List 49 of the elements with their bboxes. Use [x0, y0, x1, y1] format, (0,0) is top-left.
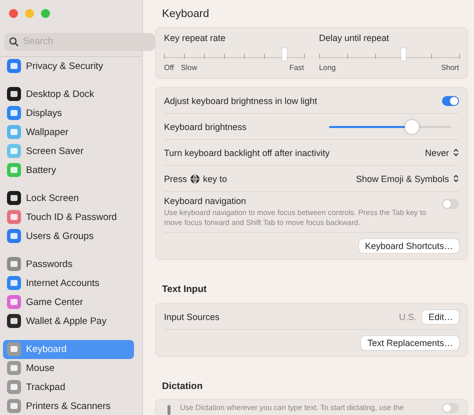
- chevron-updown-icon: [453, 148, 459, 157]
- close-button[interactable]: [9, 9, 18, 18]
- page-title: Keyboard: [162, 8, 210, 20]
- toggle-switch[interactable]: [442, 403, 459, 413]
- sidebar-item[interactable]: Battery: [3, 160, 134, 180]
- sidebar-item[interactable]: Wallpaper: [3, 122, 134, 142]
- sidebar-item[interactable]: Screen Saver: [3, 142, 134, 161]
- text-replacements-button[interactable]: Text Replacements…: [361, 336, 459, 350]
- sidebar-item[interactable]: Printers & Scanners: [3, 396, 134, 415]
- setting-label: key to: [203, 174, 228, 184]
- sidebar-item[interactable]: Users & Groups: [3, 226, 134, 246]
- sidebar-item[interactable]: Displays: [3, 104, 134, 123]
- minimize-button[interactable]: [25, 9, 34, 18]
- slider-label: Delay until repeat: [319, 33, 390, 43]
- toggle-switch[interactable]: [442, 199, 459, 209]
- sidebar-item[interactable]: Privacy & Security: [3, 56, 134, 76]
- sidebar-item[interactable]: Game Center: [3, 292, 134, 312]
- sidebar-item[interactable]: Mouse: [3, 358, 134, 378]
- chevron-updown-icon: [453, 174, 459, 183]
- toggle-switch[interactable]: [442, 96, 459, 106]
- sidebar-item[interactable]: Lock Screen: [3, 188, 134, 208]
- slider-thumb[interactable]: [404, 120, 419, 134]
- slider-thumb[interactable]: [282, 48, 287, 61]
- sidebar-item[interactable]: Trackpad: [3, 378, 134, 397]
- setting-label: Keyboard brightness: [164, 122, 247, 132]
- sidebar-item[interactable]: Desktop & Dock: [3, 84, 134, 104]
- zoom-button[interactable]: [41, 9, 50, 18]
- sidebar-item[interactable]: Touch ID & Password: [3, 208, 134, 227]
- globe-icon: [190, 174, 200, 184]
- section-heading: Dictation: [162, 381, 204, 392]
- setting-label: Keyboard navigation: [164, 196, 248, 206]
- setting-label: Input Sources: [164, 312, 220, 322]
- setting-label: Adjust keyboard brightness in low light: [164, 96, 318, 106]
- slider-track[interactable]: [164, 47, 304, 58]
- sidebar-item[interactable]: Internet Accounts: [3, 274, 134, 293]
- search-icon: [9, 36, 19, 47]
- setting-value: U.S.: [398, 312, 416, 322]
- setting-label: Press: [164, 174, 188, 184]
- setting-label: Turn keyboard backlight off after inactivity: [164, 148, 330, 158]
- slider-label: Key repeat rate: [164, 33, 227, 43]
- sidebar-item[interactable]: Passwords: [3, 254, 134, 274]
- slider-track[interactable]: [319, 47, 459, 58]
- popup-menu[interactable]: Show Emoji & Symbols: [356, 174, 459, 184]
- keyboard-shortcuts-button[interactable]: Keyboard Shortcuts…: [358, 239, 459, 253]
- sidebar-item[interactable]: Wallet & Apple Pay: [3, 312, 134, 331]
- section-heading: Text Input: [162, 284, 208, 295]
- slider-thumb[interactable]: [401, 48, 406, 61]
- edit-button[interactable]: Edit…: [422, 310, 459, 324]
- popup-menu[interactable]: Never: [424, 148, 459, 158]
